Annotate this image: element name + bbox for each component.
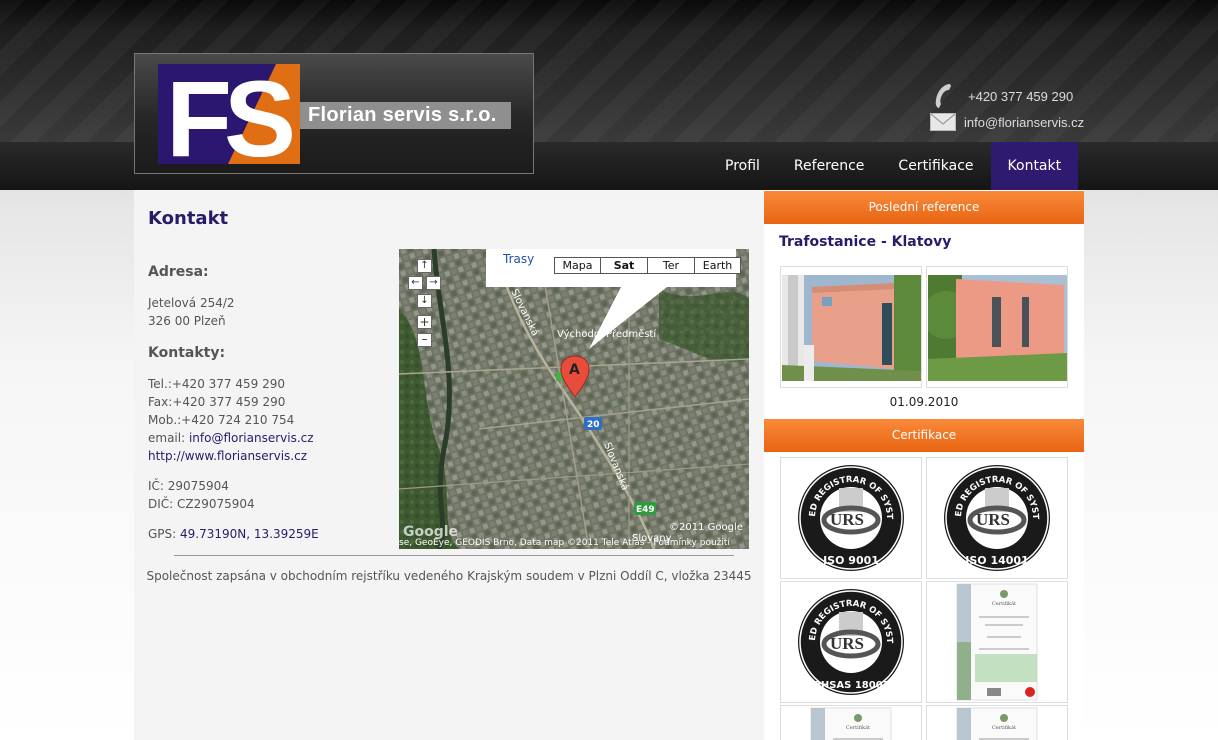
cert-iso-9001[interactable]: URS UNITED REGISTRAR OF SYSTEMS ISO 9001 xyxy=(780,457,922,579)
seal-center-text: URS xyxy=(830,510,864,529)
email-link[interactable]: info@florianservis.cz xyxy=(189,431,314,445)
certificate-doc-title: Certifikát xyxy=(992,600,1016,607)
map-type-sat[interactable]: Sat xyxy=(601,257,648,274)
map-directions-link[interactable]: Trasy xyxy=(503,252,534,266)
cert-iso-14001[interactable]: URS UNITED REGISTRAR OF SYSTEMS ISO 1400… xyxy=(926,457,1068,579)
reference-date: 01.09.2010 xyxy=(889,395,959,409)
sidebar: Poslední reference Trafostanice - Klatov… xyxy=(764,190,1084,740)
certificate-document-icon: Certifikát xyxy=(956,707,1038,740)
contacts-heading: Kontakty: xyxy=(148,345,226,361)
company-name: Florian servis s.r.o. xyxy=(300,102,511,129)
mobile-line: Mob.:+420 724 210 754 xyxy=(148,413,295,427)
nav-item-reference[interactable]: Reference xyxy=(777,142,882,190)
cert-document-1[interactable]: Certifikát xyxy=(926,581,1068,703)
arrow-down-icon: ↓ xyxy=(420,295,429,306)
zoom-in-button[interactable]: + xyxy=(417,315,432,329)
plus-icon: + xyxy=(419,315,430,329)
fs-logo-mark: FS xyxy=(158,64,300,164)
cert-document-2[interactable]: Certifikát xyxy=(780,705,922,740)
company-logo[interactable]: FS Florian servis s.r.o. xyxy=(134,53,534,174)
map-copyright: ©2011 Google xyxy=(669,522,743,533)
gps-label: GPS: xyxy=(148,527,181,541)
reference-photo-1[interactable] xyxy=(780,266,922,388)
nav-item-certifikace[interactable]: Certifikace xyxy=(881,142,990,190)
header-phone: +420 377 459 290 xyxy=(930,82,1073,110)
certificate-document-icon: Certifikát xyxy=(956,583,1038,701)
pan-down-button[interactable]: ↓ xyxy=(417,294,432,308)
fax-line: Fax:+420 377 459 290 xyxy=(148,395,286,409)
seal-center-text: URS xyxy=(976,510,1010,529)
zoom-out-button[interactable]: – xyxy=(417,333,432,347)
address-line-city: 326 00 Plzeň xyxy=(148,314,226,328)
urs-seal-icon: URS UNITED REGISTRAR OF SYSTEMS ISO 9001 xyxy=(781,458,904,571)
certificate-doc-title: Certifikát xyxy=(846,724,870,731)
map-type-earth[interactable]: Earth xyxy=(695,257,741,274)
seal-bottom-text: ISO 14001 xyxy=(965,554,1028,567)
header-email[interactable]: info@florianservis.cz xyxy=(930,113,1084,131)
reference-title[interactable]: Trafostanice - Klatovy xyxy=(779,234,951,250)
tel-line: Tel.:+420 377 459 290 xyxy=(148,377,285,391)
email-line: email: info@florianservis.cz xyxy=(148,429,314,447)
dic-line: DIČ: CZ29075904 xyxy=(148,497,255,511)
phone-icon xyxy=(935,84,951,108)
arrow-right-icon: → xyxy=(429,277,438,288)
cert-ohsas-18001[interactable]: URS UNITED REGISTRAR OF SYSTEMS OHSAS 18… xyxy=(780,581,922,703)
main-navigation: Profil Reference Certifikace Kontakt xyxy=(708,142,1079,190)
map-attribution: se, GeoEye, GEODIS Brno, Data map ©2011 … xyxy=(399,538,730,548)
logo-letters: FS xyxy=(166,64,292,164)
map-road-e49: E49 xyxy=(636,505,655,515)
registration-note: Společnost zapsána v obchodním rejstříku… xyxy=(146,569,752,583)
urs-seal-icon: URS UNITED REGISTRAR OF SYSTEMS OHSAS 18… xyxy=(781,582,904,695)
map-type-ter[interactable]: Ter xyxy=(648,257,695,274)
certificate-document-icon: Certifikát xyxy=(810,707,892,740)
header-phone-text: +420 377 459 290 xyxy=(968,88,1074,104)
map-road-20: 20 xyxy=(587,420,600,430)
google-map[interactable]: Slovanská Slovanská Východní Předměstí 2… xyxy=(399,249,749,549)
building-photo-2 xyxy=(927,275,1067,381)
address-line-street: Jetelová 254/2 xyxy=(148,296,235,310)
pan-left-button[interactable]: ← xyxy=(408,276,423,290)
urs-seal-icon: URS UNITED REGISTRAR OF SYSTEMS ISO 1400… xyxy=(927,458,1050,571)
seal-center-text: URS xyxy=(830,634,864,653)
seal-bottom-text: ISO 9001 xyxy=(823,554,879,567)
website-link[interactable]: http://www.florianservis.cz xyxy=(148,447,307,465)
reference-photo-2[interactable] xyxy=(926,266,1068,388)
seal-bottom-text: OHSAS 18001 xyxy=(812,680,889,691)
latest-reference-heading: Poslední reference xyxy=(764,191,1084,224)
certification-heading: Certifikace xyxy=(764,419,1084,452)
pan-right-button[interactable]: → xyxy=(426,276,441,290)
map-type-mapa[interactable]: Mapa xyxy=(554,257,601,274)
arrow-left-icon: ← xyxy=(411,277,420,288)
content-divider xyxy=(174,555,734,556)
gps-line: GPS: 49.73190N, 13.39259E xyxy=(148,525,319,543)
certificate-doc-title: Certifikát xyxy=(992,724,1016,731)
gps-link[interactable]: 49.73190N, 13.39259E xyxy=(180,527,319,541)
pan-up-button[interactable]: ↑ xyxy=(417,259,432,273)
address-heading: Adresa: xyxy=(148,264,209,280)
nav-item-kontakt[interactable]: Kontakt xyxy=(990,142,1079,190)
page-title: Kontakt xyxy=(148,208,229,229)
arrow-up-icon: ↑ xyxy=(420,260,429,271)
email-label: email: xyxy=(148,431,189,445)
map-type-bar: Mapa Sat Ter Earth xyxy=(554,257,741,274)
building-photo-1 xyxy=(782,275,921,381)
minus-icon: – xyxy=(421,332,428,346)
header-email-text[interactable]: info@florianservis.cz xyxy=(964,115,1084,130)
envelope-icon xyxy=(930,113,956,131)
nav-item-profil[interactable]: Profil xyxy=(708,142,777,190)
main-content: Kontakt Adresa: Jetelová 254/2 326 00 Pl… xyxy=(134,190,764,740)
ic-line: IČ: 29075904 xyxy=(148,479,229,493)
cert-document-3[interactable]: Certifikát xyxy=(926,705,1068,740)
